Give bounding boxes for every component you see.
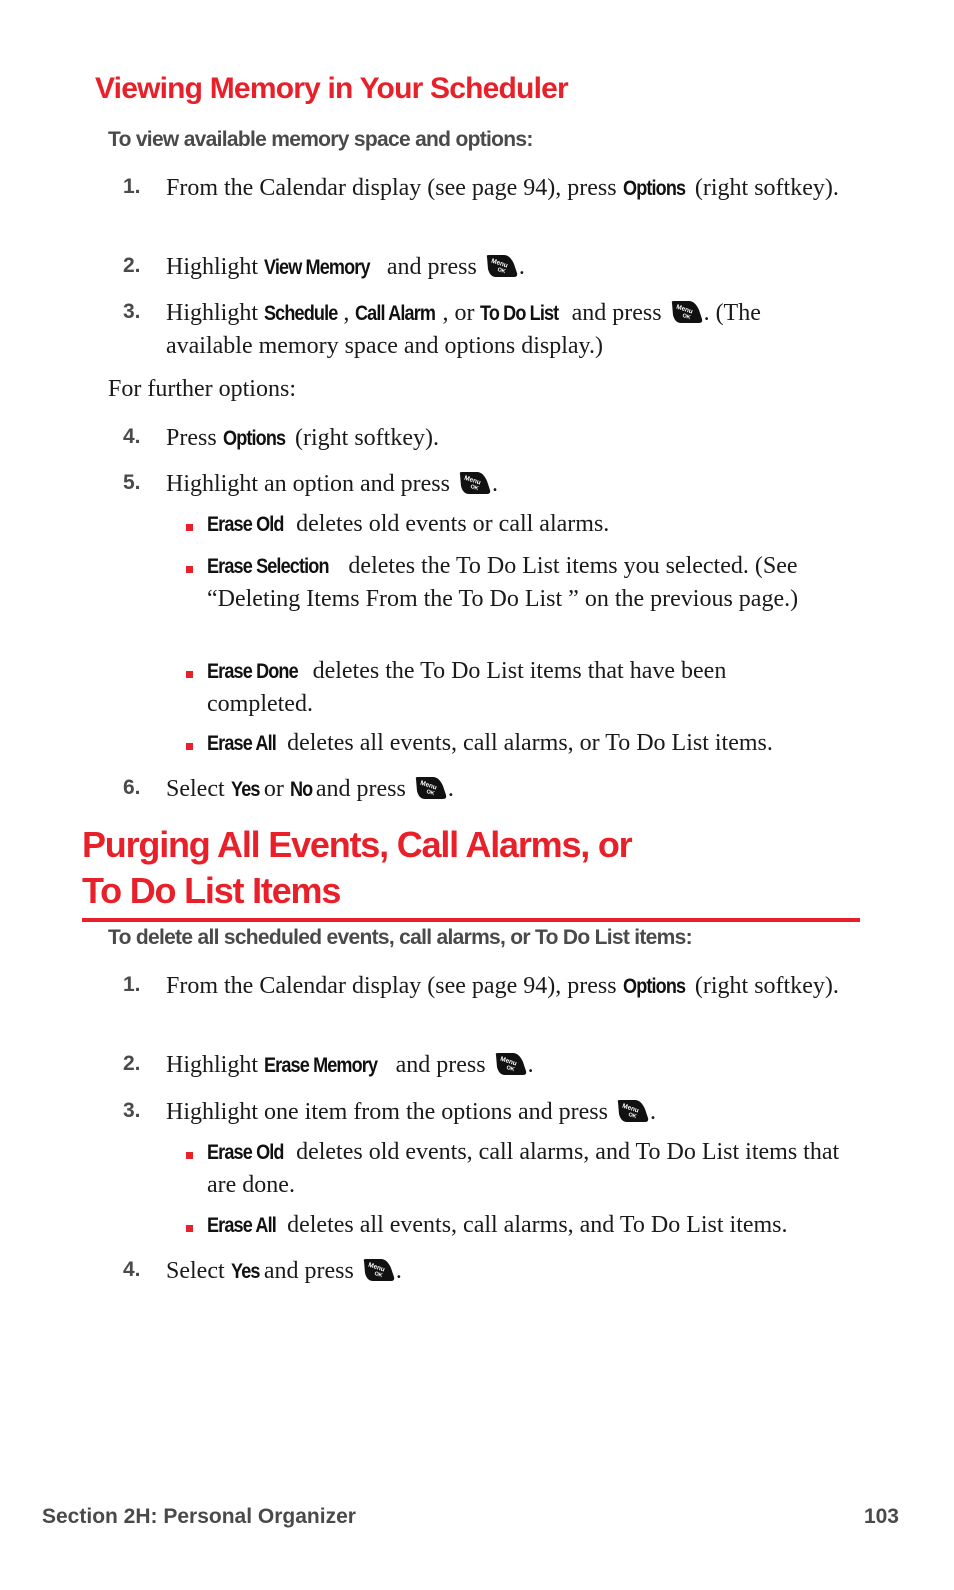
step-text: Highlight one item from the options and … xyxy=(166,1096,846,1128)
step-text: From the Calendar display (see page 94),… xyxy=(166,172,846,205)
section2-intro: To delete all scheduled events, call ala… xyxy=(108,926,693,949)
step-text: Highlight Schedule, Call Alarm , or To Do… xyxy=(166,297,846,362)
text-run: deletes old events or call alarms. xyxy=(290,511,610,537)
text-run: , or xyxy=(442,300,481,326)
bullet-marker xyxy=(186,518,196,536)
keyword: Erase Old xyxy=(207,1141,284,1164)
bullet-marker xyxy=(186,1146,196,1164)
text-run: . xyxy=(447,776,454,802)
text-run: or xyxy=(257,776,290,802)
bullet-text: Erase Done deletes the To Do List items … xyxy=(207,655,807,720)
keyword-no: No xyxy=(289,778,313,801)
keyword-to-do-list: To Do List xyxy=(480,302,559,325)
heading-line: Purging All Events, Call Alarms, or xyxy=(82,824,633,865)
bullet-text: Erase Selection deletes the To Do List i… xyxy=(207,550,827,615)
keyword-view-memory: View Memory xyxy=(264,256,371,279)
keyword-schedule: Schedule xyxy=(264,302,338,325)
text-run: Highlight one item from the options and … xyxy=(166,1099,614,1125)
bullet-marker xyxy=(186,665,196,683)
text-run: Highlight xyxy=(166,300,265,326)
menu-ok-key-icon xyxy=(413,776,447,800)
bullet-marker xyxy=(186,1219,196,1237)
step-number: 4. xyxy=(123,425,141,448)
step-text: Highlight View Memory and press . xyxy=(166,251,846,284)
step-number: 3. xyxy=(123,1099,141,1122)
step-number: 1. xyxy=(123,973,141,996)
text-run: . xyxy=(649,1099,656,1125)
text-run: deletes old events, call alarms, and To … xyxy=(207,1139,840,1198)
menu-ok-key-icon xyxy=(615,1099,649,1123)
keyword-options: Options xyxy=(622,975,686,998)
text-run: Highlight xyxy=(166,254,265,280)
keyword-erase-memory: Erase Memory xyxy=(264,1054,378,1077)
keyword-options: Options xyxy=(622,177,686,200)
keyword: Erase All xyxy=(207,732,277,755)
step-text: Highlight an option and press . xyxy=(166,468,846,500)
menu-ok-key-icon xyxy=(493,1052,527,1076)
menu-ok-key-icon xyxy=(669,300,703,324)
step-number: 2. xyxy=(123,1052,141,1075)
step-number: 4. xyxy=(123,1258,141,1281)
text-run: deletes all events, call alarms, and To … xyxy=(281,1212,788,1238)
text-run: and press xyxy=(257,1258,360,1284)
section1-intro: To view available memory space and optio… xyxy=(108,128,533,151)
text-run: (right softkey). xyxy=(688,973,839,999)
text-run: (right softkey). xyxy=(688,175,839,201)
keyword-call-alarm: Call Alarm xyxy=(355,302,436,325)
page-number: 103 xyxy=(863,1505,899,1528)
bullet-text: Erase Old deletes old events or call ala… xyxy=(207,508,867,541)
keyword-options: Options xyxy=(222,427,286,450)
step-number: 1. xyxy=(123,175,141,198)
section-heading-purging: Purging All Events, Call Alarms, or To D… xyxy=(82,822,860,922)
text-run: and press xyxy=(309,776,412,802)
text-run: , xyxy=(343,300,356,326)
keyword: Erase All xyxy=(207,1214,277,1237)
bullet-text: Erase All deletes all events, call alarm… xyxy=(207,727,867,760)
step-text: From the Calendar display (see page 94),… xyxy=(166,970,846,1003)
text-run: and press xyxy=(380,254,483,280)
menu-ok-key-icon xyxy=(484,254,518,278)
heading-line: To Do List Items xyxy=(82,870,341,911)
text-run: . xyxy=(395,1258,402,1284)
keyword: Erase Done xyxy=(207,660,299,683)
text-run: From the Calendar display (see page 94),… xyxy=(166,175,623,201)
bullet-text: Erase All deletes all events, call alarm… xyxy=(207,1209,887,1242)
menu-ok-key-icon xyxy=(457,471,491,495)
further-options-label: For further options: xyxy=(108,376,296,402)
keyword-yes: Yes xyxy=(230,1260,260,1283)
section-heading-viewing-memory: Viewing Memory in Your Scheduler xyxy=(95,72,569,105)
text-run: . xyxy=(491,471,498,497)
step-number: 5. xyxy=(123,471,141,494)
manual-page: Viewing Memory in Your Scheduler To view… xyxy=(0,0,954,1590)
bullet-text: Erase Old deletes old events, call alarm… xyxy=(207,1136,867,1201)
text-run: deletes all events, call alarms, or To D… xyxy=(281,730,773,756)
text-run: (right softkey). xyxy=(289,425,439,451)
bullet-marker xyxy=(186,560,196,578)
step-number: 2. xyxy=(123,254,141,277)
text-run: Highlight an option and press xyxy=(166,471,456,497)
step-text: Select Yes or No and press . xyxy=(166,773,846,806)
text-run: and press xyxy=(565,300,668,326)
step-text: Press Options (right softkey). xyxy=(166,422,846,455)
bullet-marker xyxy=(186,737,196,755)
text-run: Select xyxy=(166,1258,231,1284)
text-run: Select xyxy=(166,776,231,802)
text-run: Press xyxy=(166,425,223,451)
text-run: . xyxy=(518,254,525,280)
menu-ok-key-icon xyxy=(361,1258,395,1282)
text-run: and press xyxy=(389,1052,492,1078)
text-run: . xyxy=(527,1052,534,1078)
keyword: Erase Selection xyxy=(207,555,329,578)
keyword: Erase Old xyxy=(207,513,284,536)
step-text: Select Yes and press . xyxy=(166,1255,846,1288)
footer-section-label: Section 2H: Personal Organizer xyxy=(42,1505,356,1528)
keyword-yes: Yes xyxy=(230,778,260,801)
step-number: 3. xyxy=(123,300,141,323)
text-run: Highlight xyxy=(166,1052,265,1078)
step-text: Highlight Erase Memory and press . xyxy=(166,1049,846,1082)
step-number: 6. xyxy=(123,776,141,799)
text-run: From the Calendar display (see page 94),… xyxy=(166,973,623,999)
